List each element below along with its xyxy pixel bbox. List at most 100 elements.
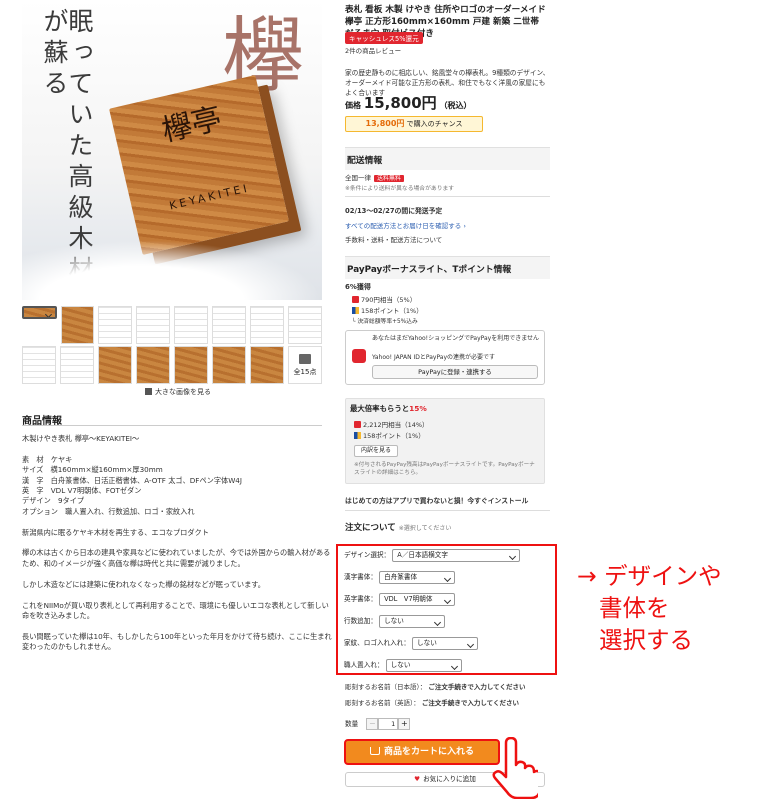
more-images-button[interactable]: 全15点 [288,346,322,384]
thumbnail[interactable] [174,346,208,384]
quantity-row: 数量 −1 + [345,718,411,730]
quantity-label: 数量 [345,720,359,728]
nameplate-roman: KEYAKITEI [168,181,251,213]
paypay-box-line1: あなたはまだYahoo!ショッピングでPayPayを利用できません [372,335,540,342]
thumbnail[interactable] [174,306,209,344]
shipping-methods-link[interactable]: すべての配送方法とお届け日を確認する › [345,220,466,230]
shipping-region-row: 全国一律 送料無料 [345,172,405,182]
thumbnail[interactable] [98,306,133,344]
annotation-line: → デザインや [577,562,722,590]
tpoint-icon [352,307,359,314]
paypay-register-button[interactable]: PayPayに登録・連携する [372,365,538,379]
price-row: 価格 15,800円 （税込） [345,92,471,113]
engrave-jp-row: 彫刻するお名前（日本語）： ご注文手続きで入力してください [345,681,525,691]
engrave-en-label: 彫刻するお名前（英語）： [345,699,420,707]
option-kanji-font: 漢字書体： 白舟篆書体 [344,570,456,584]
thumbnail[interactable] [136,346,170,384]
option-design: デザイン選択： A／日本語横文字 [344,548,521,562]
thumbnail[interactable] [98,346,132,384]
divider [22,425,322,426]
thumbnail[interactable] [22,306,57,319]
pointing-hand-icon [492,737,538,799]
quantity-minus-button[interactable]: − [366,718,379,730]
max-tpoint-row: 158ポイント（1%） [354,430,425,440]
option-extra-lines: 行数追加： しない [344,614,446,628]
max-points-prefix: 最大倍率もらうと [350,404,410,413]
kanji-font-select[interactable]: 白舟篆書体 [379,570,456,584]
option-label: 漢字書体： [344,573,377,581]
paypay-icon [354,421,361,428]
option-label: 行数追加： [344,617,377,625]
add-to-cart-label: 商品をカートに入れる [383,747,474,757]
image-stack-icon [299,353,311,364]
english-font-select[interactable]: VDL V7明朝体 [379,592,456,606]
shipping-heading: 配送情報 [345,147,550,170]
cashless-badge: キャッシュレス5%還元 [345,32,423,44]
option-craftsman: 職人置入れ： しない [344,658,462,672]
add-to-cart-button[interactable]: 商品をカートに入れる [344,739,500,765]
shipping-eta: 02/13〜02/27の間に発送予定 [345,207,443,215]
order-required-note: ※選択してください [398,525,452,532]
divider [345,510,550,511]
option-label: 英字書体： [344,595,377,603]
product-info-body: 木製けやき表札 欅亭〜KEYAKITEI〜 素 材 ケヤキ サイズ 横160mm… [22,434,332,652]
max-paypay: 2,212円相当（14%） [363,421,429,429]
app-install-banner[interactable]: はじめての方はアプリで買わないと損！今すぐインストール [345,495,528,505]
points-tpoint: 158ポイント（1%） [361,307,423,315]
main-product-image[interactable]: 欅 眠っていた高級木材が蘇る 欅亭 KEYAKITEI [22,0,322,300]
breakdown-button[interactable]: 内訳を見る [354,445,398,457]
quantity-plus-button[interactable]: + [398,718,411,730]
thumbnail[interactable] [136,306,171,344]
thumbnail[interactable] [250,306,285,344]
option-english-font: 英字書体： VDL V7明朝体 [344,592,456,606]
extra-lines-select[interactable]: しない [379,614,446,628]
paypay-icon [352,296,359,303]
logo-select[interactable]: しない [412,636,479,650]
thumbnail[interactable] [60,346,94,384]
points-tpoint-row: 158ポイント（1%） [352,305,423,315]
chance-price-banner[interactable]: 13,800円 で購入のチャンス [345,116,483,132]
price-label: 価格 [345,101,361,110]
thumbnail[interactable] [60,306,95,344]
max-paypay-row: 2,212円相当（14%） [354,419,429,429]
thumbnail[interactable] [250,346,284,384]
option-label: デザイン選択： [344,551,391,559]
shipping-note: ※条件により送料が異なる場合があります [345,186,455,192]
engrave-jp-value: ご注文手続きで入力してください [428,683,526,691]
quantity-input[interactable]: 1 [378,718,399,730]
paypay-link-box: あなたはまだYahoo!ショッピングでPayPayを利用できません Yahoo!… [345,330,545,385]
shipping-fees-link[interactable]: 手数料・送料・配送方法について [345,234,442,244]
thumbnail[interactable] [288,306,322,344]
divider [345,196,550,197]
thumbnail[interactable] [212,306,247,344]
chance-price: 13,800円 [365,119,405,128]
option-label: 家紋、ロゴ入れ入れ： [344,639,410,647]
paypay-box-line2: Yahoo! JAPAN IDとPayPayの連携が必要です [372,354,496,361]
points-paypay-row: 790円相当（5%） [352,294,416,304]
points-heading: PayPayボーナスライト、Tポイント情報 [345,256,550,279]
annotation-line: 書体を [599,594,670,622]
thumbnail[interactable] [212,346,246,384]
points-paypay: 790円相当（5%） [361,296,417,304]
thumbnail-row-2: 全15点 [22,346,322,386]
reviews-link[interactable]: 2件の商品レビュー [345,45,401,55]
craftsman-select[interactable]: しない [385,658,462,672]
heart-icon: ♥ [414,775,421,783]
option-logo: 家紋、ロゴ入れ入れ： しない [344,636,479,650]
order-heading: 注文について ※選択してください [345,521,451,533]
max-points-rate: 15% [409,404,427,413]
engrave-en-value: ご注文手続きで入力してください [421,699,519,707]
max-tpoint: 158ポイント（1%） [363,432,425,440]
snow-ground [22,240,322,300]
chance-suffix: で購入のチャンス [406,120,463,128]
design-select[interactable]: A／日本語横文字 [392,548,521,562]
option-label: 職人置入れ： [344,661,384,669]
tpoint-icon [354,432,361,439]
thumbnail[interactable] [22,346,56,384]
engrave-jp-label: 彫刻するお名前（日本語）： [345,683,427,691]
price-tax: （税込） [439,101,472,110]
zoom-image-link[interactable]: 大きな画像を見る [145,387,211,397]
points-rate: 6%獲得 [345,283,371,291]
max-points-title: 最大倍率もらうと15% [350,403,427,414]
annotation-text: → デザインや 書体を 選択する [577,560,722,656]
